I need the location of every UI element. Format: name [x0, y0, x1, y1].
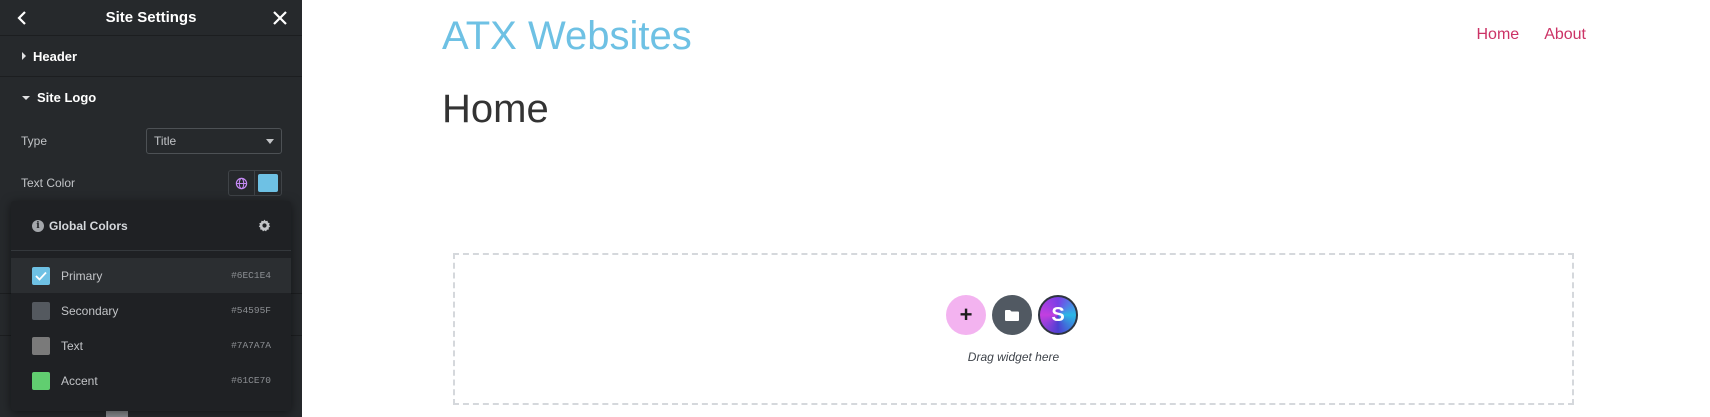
type-label: Type	[21, 134, 48, 148]
close-icon	[273, 11, 287, 25]
color-name: Primary	[61, 268, 103, 283]
globe-icon	[235, 177, 248, 189]
section-site-logo-label: Site Logo	[37, 90, 97, 105]
global-color-accent[interactable]: Accent #61CE70	[11, 363, 291, 398]
dropzone-buttons: + S	[946, 295, 1078, 335]
page-title: Home	[442, 87, 549, 131]
type-select[interactable]: Title	[146, 128, 282, 154]
nav-link-about[interactable]: About	[1544, 26, 1586, 44]
color-hex: #54595F	[231, 305, 271, 316]
color-hex: #6EC1E4	[231, 270, 271, 281]
panel-title: Site Settings	[105, 9, 197, 26]
site-title[interactable]: ATX Websites	[442, 14, 692, 59]
color-chip	[32, 301, 50, 320]
color-swatch-button[interactable]	[255, 171, 281, 195]
color-name: Accent	[61, 373, 98, 388]
section-site-logo[interactable]: Site Logo	[0, 77, 302, 118]
global-colors-button[interactable]	[229, 171, 255, 195]
color-chip	[32, 266, 50, 285]
type-select-value: Title	[154, 134, 177, 148]
site-settings-panel: Site Settings Header Site Logo Type Titl…	[0, 0, 302, 417]
popover-title: Global Colors	[49, 218, 128, 233]
global-color-text[interactable]: Text #7A7A7A	[11, 328, 291, 363]
template-library-button[interactable]	[992, 295, 1032, 335]
checkbox-partial[interactable]	[106, 411, 128, 417]
global-color-primary[interactable]: Primary #6EC1E4	[11, 258, 291, 293]
color-name: Text	[61, 338, 84, 353]
close-button[interactable]	[262, 0, 298, 36]
chevron-down-icon	[266, 139, 274, 144]
nav-link-home[interactable]: Home	[1477, 26, 1520, 44]
dropzone-text: Drag widget here	[967, 350, 1060, 364]
panel-header: Site Settings	[0, 0, 302, 36]
section-header[interactable]: Header	[0, 36, 302, 77]
plus-icon: +	[959, 302, 973, 327]
color-hex: #7A7A7A	[231, 340, 271, 351]
info-icon: i	[32, 219, 44, 232]
global-color-list: Primary #6EC1E4 Secondary #54595F Text #…	[11, 251, 291, 398]
color-chip	[32, 336, 50, 355]
color-name: Secondary	[61, 303, 119, 318]
global-color-secondary[interactable]: Secondary #54595F	[11, 293, 291, 328]
color-hex: #61CE70	[231, 375, 271, 386]
text-color-label: Text Color	[21, 176, 76, 190]
type-control: Type Title	[0, 126, 302, 156]
popover-header: i Global Colors	[11, 201, 291, 251]
starter-templates-button[interactable]: S	[1038, 295, 1078, 335]
color-chip	[32, 371, 50, 390]
gear-icon[interactable]	[257, 219, 271, 233]
widget-dropzone[interactable]: + S Drag widget here	[453, 253, 1574, 405]
add-section-button[interactable]: +	[946, 295, 986, 335]
global-colors-popover: i Global Colors Primary #6EC1E4 Secondar…	[11, 201, 291, 411]
s-logo-icon: S	[1051, 303, 1065, 326]
site-nav: Home About	[1477, 26, 1587, 44]
check-icon	[35, 271, 47, 281]
text-color-control: Text Color	[0, 168, 302, 198]
back-button[interactable]	[4, 0, 40, 36]
color-controls	[228, 170, 282, 196]
caret-right-icon	[22, 52, 26, 60]
section-header-label: Header	[33, 48, 78, 64]
chevron-left-icon	[17, 11, 26, 25]
color-swatch	[258, 174, 278, 192]
caret-down-icon	[22, 95, 30, 100]
folder-icon	[1005, 309, 1019, 321]
